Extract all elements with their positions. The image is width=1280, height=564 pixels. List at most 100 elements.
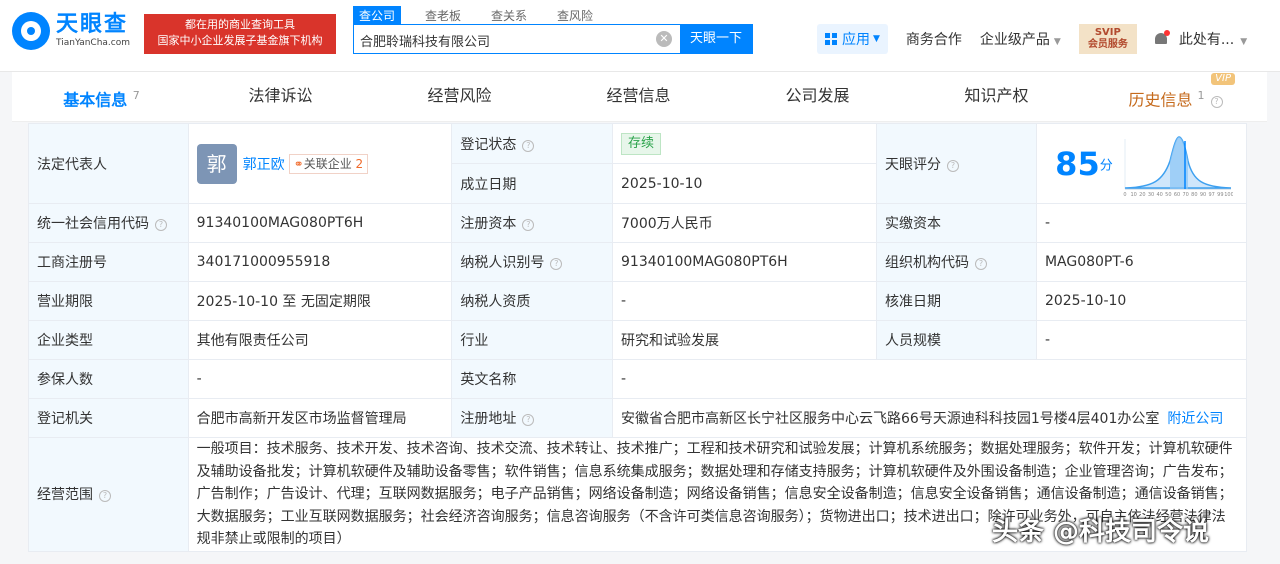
search-box: 合肥聆瑞科技有限公司 ✕ 天眼一下 — [353, 24, 753, 54]
avatar[interactable]: 郭 — [196, 143, 237, 184]
svip-button[interactable]: SVIP 会员服务 — [1078, 24, 1137, 54]
tab-basic-info[interactable]: 基本信息 7 — [12, 72, 191, 121]
nav-right: 应用 ▼ 商务合作 企业级产品 ▼ SVIP 会员服务 此处有... ▼ — [817, 24, 1247, 54]
credit-code-label: 统一社会信用代码? — [28, 203, 189, 243]
staff-value: - — [1035, 320, 1248, 360]
search-tab-boss[interactable]: 查老板 — [419, 6, 467, 25]
authority-value: 合肥市高新开发区市场监督管理局 — [187, 398, 453, 438]
apps-grid-icon — [825, 33, 837, 45]
reg-capital-label: 注册资本? — [451, 203, 614, 243]
insured-label: 参保人数 — [28, 359, 189, 399]
watermark: 头条 @科技司令说 — [992, 517, 1210, 547]
score-tick-label: 90 — [1200, 192, 1206, 197]
score-tick-label: 10 — [1130, 192, 1136, 197]
en-name-label: 英文名称 — [451, 359, 614, 399]
biz-reg-no-label: 工商注册号 — [28, 242, 189, 282]
help-icon[interactable]: ? — [946, 159, 959, 172]
basic-info-table: 法定代表人 郭郭正欧 ⚭关联企业 2 登记状态? 存续 天眼评分? 85分 0 10… — [28, 123, 1248, 552]
help-icon[interactable]: ? — [99, 490, 111, 503]
address-cell: 安徽省合肥市高新区长宁社区服务中心云飞路66号天源迪科科技园1号楼4层401办公… — [612, 398, 1247, 438]
score-tick-label: 30 — [1148, 192, 1154, 197]
help-icon[interactable]: ? — [522, 219, 535, 231]
score-tick-label: 20 — [1139, 192, 1145, 197]
score-value: 85 — [1055, 144, 1100, 183]
related-companies-badge[interactable]: ⚭关联企业 2 — [288, 153, 369, 174]
business-link[interactable]: 商务合作 — [906, 29, 962, 49]
tax-quality-value: - — [612, 281, 877, 321]
legal-rep-label: 法定代表人 — [28, 123, 189, 204]
search-tab-risk[interactable]: 查风险 — [551, 6, 599, 25]
nearby-companies-link[interactable]: 附近公司 — [1167, 411, 1223, 427]
legal-rep-name[interactable]: 郭正欧 — [243, 157, 285, 173]
score-distribution-chart: 0 10 20 30 40 50 60 70 80 90 97 99 100 — [1123, 135, 1233, 197]
reg-status-cell: 存续 — [612, 123, 877, 164]
help-icon[interactable]: ? — [974, 258, 987, 270]
help-icon[interactable]: ? — [155, 219, 167, 231]
score-tick-label: 97 — [1208, 192, 1214, 197]
insured-value: - — [187, 359, 453, 399]
tab-business-risk[interactable]: 经营风险 — [370, 72, 549, 121]
search-input[interactable]: 合肥聆瑞科技有限公司 — [360, 31, 490, 50]
logo-title: 天眼查 — [56, 12, 129, 37]
found-date-label: 成立日期 — [451, 163, 614, 204]
term-label: 营业期限 — [28, 281, 189, 321]
org-code-value: MAG080PT-6 — [1035, 242, 1248, 282]
logo[interactable]: 天眼查 TianYanCha.com — [12, 12, 130, 50]
score-tick-label: 99 — [1217, 192, 1223, 197]
tab-history[interactable]: 历史信息 1? VIP — [1086, 72, 1265, 121]
search-type-tabs: 查公司 查老板 查关系 查风险 — [353, 6, 617, 25]
search-tab-relation[interactable]: 查关系 — [485, 6, 533, 25]
help-icon: ? — [1210, 96, 1223, 109]
top-bar: 天眼查 TianYanCha.com 都在用的商业查询工具 国家中小企业发展子基… — [0, 0, 1280, 72]
industry-value: 研究和试验发展 — [612, 320, 877, 360]
score-unit: 分 — [1099, 158, 1113, 173]
staff-label: 人员规模 — [875, 320, 1037, 360]
credit-code-value: 91340100MAG080PT6H — [187, 203, 453, 243]
status-badge: 存续 — [621, 132, 662, 155]
help-icon[interactable]: ? — [550, 258, 563, 270]
en-name-value: - — [612, 359, 1247, 399]
tab-development[interactable]: 公司发展 — [728, 72, 907, 121]
paid-capital-label: 实缴资本 — [875, 203, 1037, 243]
reg-capital-value: 7000万人民币 — [612, 203, 877, 243]
type-value: 其他有限责任公司 — [187, 320, 453, 360]
help-icon[interactable]: ? — [522, 139, 535, 152]
score-tick-label: 50 — [1165, 192, 1171, 197]
chevron-down-icon: ▼ — [1240, 37, 1248, 47]
score-tick-label: 40 — [1156, 192, 1162, 197]
tab-business-info[interactable]: 经营信息 — [549, 72, 728, 121]
score-cell: 85分 0 10 20 30 40 50 60 70 80 90 97 99 100 — [1035, 123, 1248, 204]
taxpayer-id-label: 纳税人识别号? — [451, 242, 614, 282]
found-date-value: 2025-10-10 — [612, 163, 877, 204]
chevron-down-icon: ▼ — [873, 34, 880, 44]
type-label: 企业类型 — [28, 320, 189, 360]
term-value: 2025-10-10 至 无固定期限 — [187, 281, 453, 321]
apps-button[interactable]: 应用 ▼ — [817, 24, 888, 54]
bell-icon[interactable] — [1153, 30, 1170, 47]
slogan-banner: 都在用的商业查询工具 国家中小企业发展子基金旗下机构 — [144, 14, 336, 54]
score-tick-label: 0 — [1123, 192, 1126, 197]
link-icon: ⚭ — [293, 156, 304, 171]
score-tick-label: 80 — [1191, 192, 1197, 197]
industry-label: 行业 — [451, 320, 614, 360]
chevron-down-icon: ▼ — [1053, 37, 1061, 47]
approve-date-label: 核准日期 — [875, 281, 1037, 321]
score-tick-label: 70 — [1182, 192, 1188, 197]
tab-lawsuits[interactable]: 法律诉讼 — [191, 72, 370, 121]
section-tabs: 基本信息 7 法律诉讼 经营风险 经营信息 公司发展 知识产权 历史信息 1? V… — [12, 72, 1267, 122]
tab-ip[interactable]: 知识产权 — [907, 72, 1086, 121]
score-label: 天眼评分? — [875, 123, 1037, 204]
authority-label: 登记机关 — [28, 398, 189, 438]
user-menu[interactable]: 此处有... ▼ — [1179, 29, 1247, 49]
taxpayer-id-value: 91340100MAG080PT6H — [612, 242, 877, 282]
enterprise-products-link[interactable]: 企业级产品 ▼ — [980, 29, 1061, 49]
search-tab-company[interactable]: 查公司 — [353, 6, 402, 25]
reg-status-label: 登记状态? — [451, 123, 614, 164]
scope-label: 经营范围? — [28, 437, 189, 552]
help-icon[interactable]: ? — [522, 414, 535, 426]
search-button[interactable]: 天眼一下 — [680, 25, 752, 53]
eye-logo-icon — [12, 12, 50, 50]
score-tick-label: 60 — [1174, 192, 1180, 197]
clear-icon[interactable]: ✕ — [656, 31, 672, 47]
tax-quality-label: 纳税人资质 — [451, 281, 614, 321]
